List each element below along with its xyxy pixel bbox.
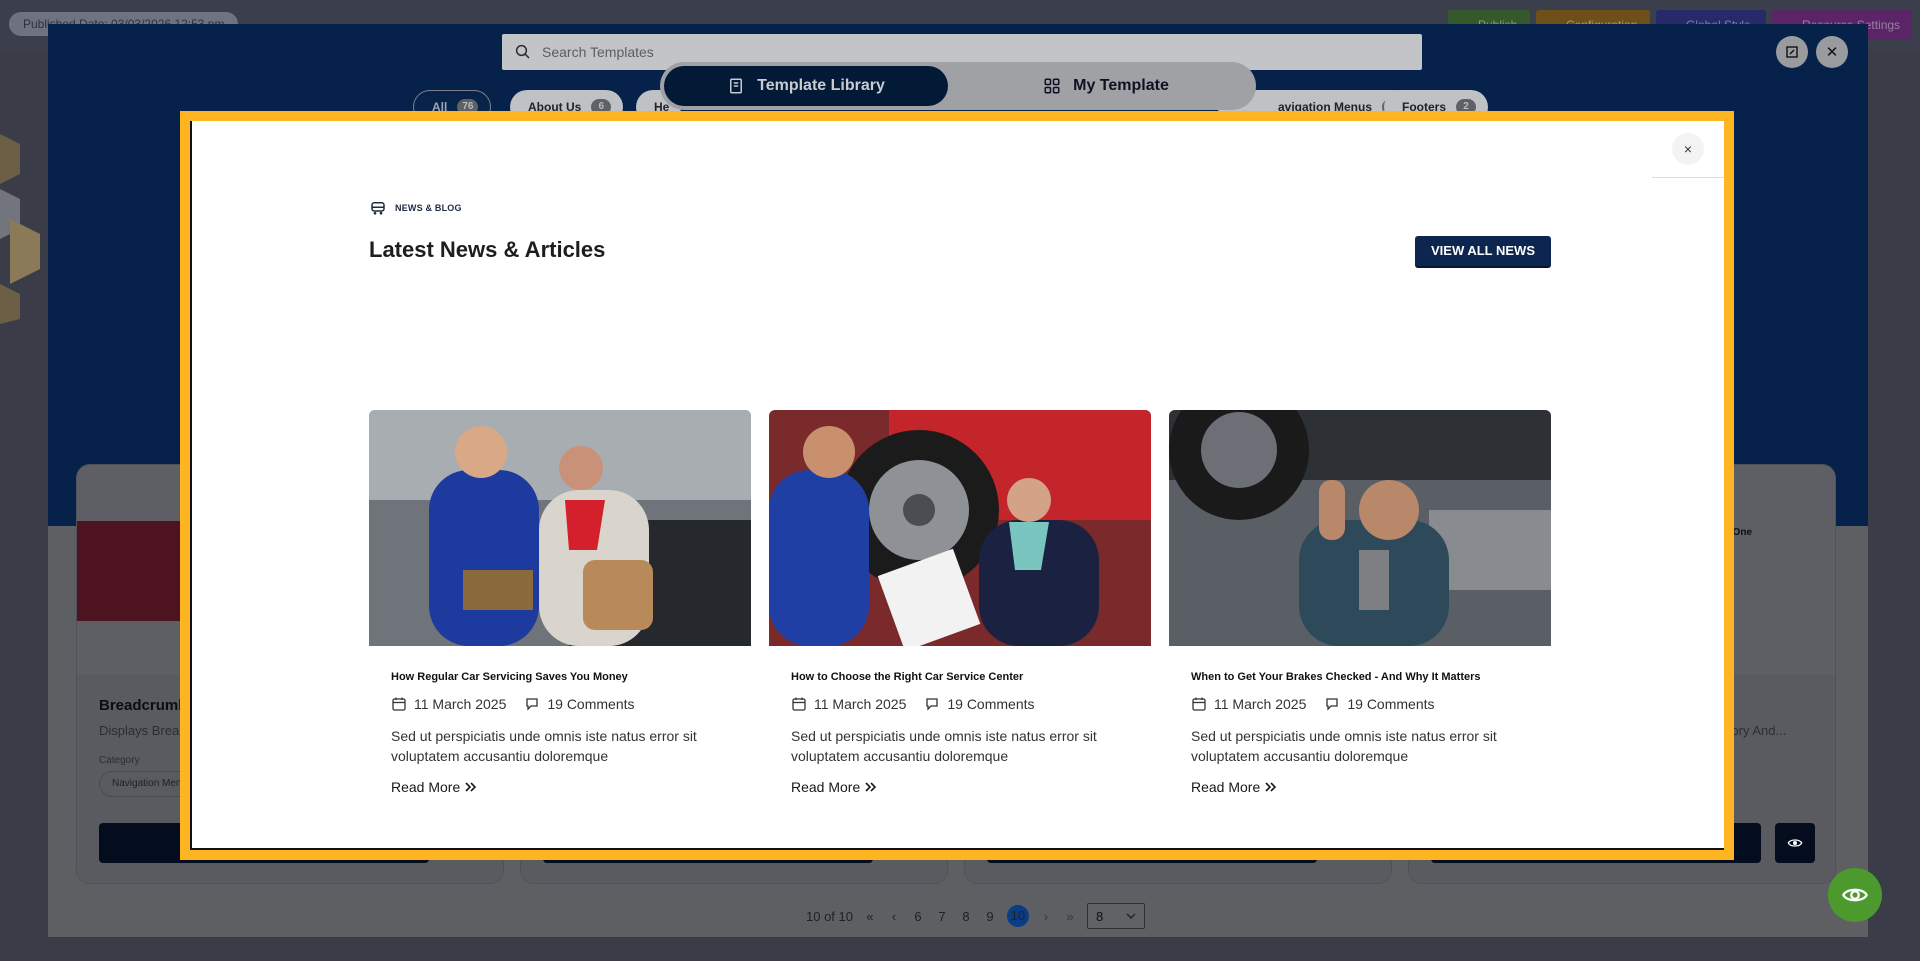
comments-icon bbox=[526, 698, 539, 711]
news-image bbox=[369, 410, 751, 646]
news-meta: 11 March 2025 19 Comments bbox=[1191, 696, 1529, 712]
news-card: How Regular Car Servicing Saves You Mone… bbox=[369, 410, 751, 797]
read-more-label: Read More bbox=[1191, 779, 1261, 795]
pagination: 10 of 10 « ‹ 6 7 8 9 10 › » 8 bbox=[806, 902, 1145, 930]
news-date: 11 March 2025 bbox=[414, 696, 507, 712]
close-icon: × bbox=[1683, 141, 1693, 157]
news-comments: 19 Comments bbox=[947, 696, 1035, 712]
news-excerpt: Sed ut perspiciatis unde omnis iste natu… bbox=[791, 728, 1097, 764]
read-more-label: Read More bbox=[791, 779, 861, 795]
news-meta: 11 March 2025 19 Comments bbox=[391, 696, 729, 712]
expand-button[interactable] bbox=[1776, 36, 1808, 68]
news-comments: 19 Comments bbox=[547, 696, 635, 712]
double-chevron-right-icon bbox=[865, 782, 877, 792]
library-close-button[interactable]: ✕ bbox=[1816, 36, 1848, 68]
section-eyebrow: NEWS & BLOG bbox=[369, 199, 1551, 217]
news-excerpt: Sed ut perspiciatis unde omnis iste natu… bbox=[391, 728, 697, 764]
preview-close-button[interactable]: × bbox=[1672, 133, 1704, 165]
page-button[interactable]: 7 bbox=[935, 909, 949, 924]
read-more-link[interactable]: Read More bbox=[391, 779, 478, 795]
news-section: NEWS & BLOG Latest News & Articles VIEW … bbox=[369, 199, 1551, 795]
chevron-down-icon bbox=[1126, 913, 1136, 919]
search-icon bbox=[515, 44, 530, 59]
per-page-select[interactable]: 8 bbox=[1087, 903, 1145, 929]
prev-page-button[interactable]: ‹ bbox=[887, 909, 901, 924]
news-date: 11 March 2025 bbox=[814, 696, 907, 712]
eye-icon bbox=[1787, 839, 1803, 847]
tab-label: My Template bbox=[1073, 77, 1169, 94]
car-icon bbox=[371, 202, 385, 215]
page-button[interactable]: 9 bbox=[983, 909, 997, 924]
comments-icon bbox=[1326, 698, 1339, 711]
news-card: How to Choose the Right Car Service Cent… bbox=[769, 410, 1151, 797]
read-more-link[interactable]: Read More bbox=[791, 779, 878, 795]
section-title: Latest News & Articles bbox=[369, 237, 606, 262]
per-page-value: 8 bbox=[1096, 908, 1104, 924]
tab-label: Template Library bbox=[757, 77, 885, 94]
page-button[interactable]: 6 bbox=[911, 909, 925, 924]
search-placeholder: Search Templates bbox=[542, 44, 654, 60]
read-more-link[interactable]: Read More bbox=[1191, 779, 1278, 795]
first-page-button[interactable]: « bbox=[863, 909, 877, 924]
calendar-icon bbox=[1192, 697, 1206, 711]
news-title[interactable]: When to Get Your Brakes Checked - And Wh… bbox=[1191, 670, 1529, 684]
divider bbox=[1652, 177, 1724, 178]
card-category-label: Category bbox=[99, 755, 140, 766]
close-icon: ✕ bbox=[1825, 44, 1839, 61]
library-tabs: Template Library My Template bbox=[660, 62, 1256, 110]
tab-my-template[interactable]: My Template bbox=[960, 66, 1252, 106]
last-page-button[interactable]: » bbox=[1063, 909, 1077, 924]
preview-template-button[interactable] bbox=[1775, 823, 1815, 863]
card-title: Breadcrumb bbox=[99, 697, 188, 714]
read-more-label: Read More bbox=[391, 779, 461, 795]
next-page-button[interactable]: › bbox=[1039, 909, 1053, 924]
mechanic-wheel-photo bbox=[769, 410, 1151, 646]
card-description: Displays Breac bbox=[99, 723, 186, 738]
news-meta: 11 March 2025 19 Comments bbox=[791, 696, 1129, 712]
preview-fab-button[interactable] bbox=[1828, 868, 1882, 922]
hexagon-decoration bbox=[0, 134, 40, 324]
preview-content: × NEWS & BLOG Latest News & Articles VIE… bbox=[190, 121, 1724, 850]
news-title[interactable]: How Regular Car Servicing Saves You Mone… bbox=[391, 670, 729, 684]
pagination-summary: 10 of 10 bbox=[806, 908, 853, 924]
book-icon bbox=[730, 78, 743, 94]
view-all-news-button[interactable]: VIEW ALL NEWS bbox=[1415, 236, 1551, 266]
news-card: When to Get Your Brakes Checked - And Wh… bbox=[1169, 410, 1551, 797]
mechanic-under-car-photo bbox=[1169, 410, 1551, 646]
mechanic-customer-photo bbox=[369, 410, 751, 646]
expand-icon bbox=[1786, 46, 1798, 58]
calendar-icon bbox=[392, 697, 406, 711]
page-button-current[interactable]: 10 bbox=[1007, 905, 1029, 927]
calendar-icon bbox=[792, 697, 806, 711]
eye-icon bbox=[1842, 888, 1868, 902]
comments-icon bbox=[926, 698, 939, 711]
news-comments: 19 Comments bbox=[1347, 696, 1435, 712]
news-image bbox=[1169, 410, 1551, 646]
template-preview-modal: × NEWS & BLOG Latest News & Articles VIE… bbox=[180, 111, 1734, 860]
news-title[interactable]: How to Choose the Right Car Service Cent… bbox=[791, 670, 1129, 684]
news-excerpt: Sed ut perspiciatis unde omnis iste natu… bbox=[1191, 728, 1497, 764]
grid-icon bbox=[1044, 78, 1060, 94]
double-chevron-right-icon bbox=[1265, 782, 1277, 792]
page-button[interactable]: 8 bbox=[959, 909, 973, 924]
eyebrow-label: NEWS & BLOG bbox=[395, 203, 462, 213]
news-image bbox=[769, 410, 1151, 646]
double-chevron-right-icon bbox=[465, 782, 477, 792]
news-date: 11 March 2025 bbox=[1214, 696, 1307, 712]
tab-template-library[interactable]: Template Library bbox=[664, 66, 948, 106]
